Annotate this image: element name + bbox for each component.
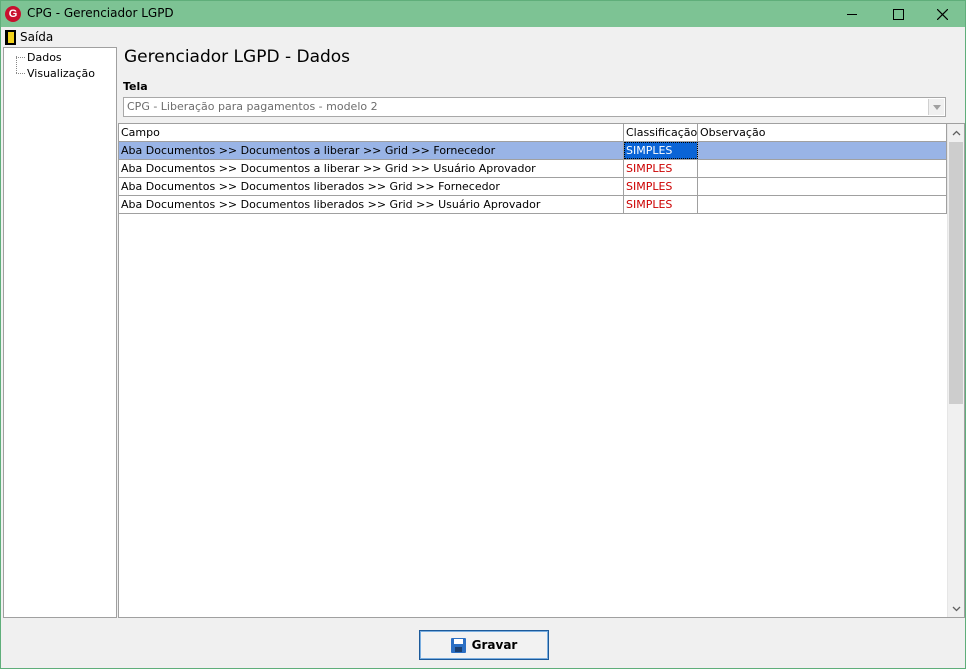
cell-campo[interactable]: Aba Documentos >> Documentos liberados >…: [119, 178, 624, 195]
tree-item-dados[interactable]: Dados: [16, 51, 62, 64]
minimize-icon: [847, 14, 857, 15]
scroll-up-button[interactable]: [948, 124, 964, 141]
save-button[interactable]: Gravar: [419, 630, 549, 660]
tree-branch: [16, 57, 25, 58]
table-row[interactable]: Aba Documentos >> Documentos a liberar >…: [119, 160, 947, 178]
table-row[interactable]: Aba Documentos >> Documentos liberados >…: [119, 178, 947, 196]
chevron-down-icon: [932, 104, 941, 110]
cell-classificacao[interactable]: SIMPLES: [624, 160, 698, 177]
menu-item-saida[interactable]: Saída: [5, 29, 53, 45]
column-header-observacao[interactable]: Observação: [698, 124, 947, 142]
save-button-label: Gravar: [471, 638, 518, 652]
cell-observacao[interactable]: [698, 142, 947, 159]
minimize-button[interactable]: [829, 1, 875, 27]
cell-observacao[interactable]: [698, 178, 947, 195]
tree-item-label: Dados: [27, 51, 62, 64]
tela-select[interactable]: CPG - Liberação para pagamentos - modelo…: [123, 97, 946, 117]
cell-campo[interactable]: Aba Documentos >> Documentos a liberar >…: [119, 142, 624, 159]
dropdown-arrow-button[interactable]: [928, 99, 944, 115]
chevron-down-icon: [952, 606, 960, 611]
cell-observacao[interactable]: [698, 196, 947, 213]
vertical-scrollbar[interactable]: [947, 124, 964, 617]
chevron-up-icon: [952, 130, 960, 135]
tree-item-label: Visualização: [27, 67, 95, 80]
cell-classificacao[interactable]: SIMPLES: [624, 178, 698, 195]
fields-grid[interactable]: Campo Classificação Observação Aba Docum…: [118, 123, 965, 618]
window-title: CPG - Gerenciador LGPD: [27, 6, 174, 20]
tela-select-value: CPG - Liberação para pagamentos - modelo…: [127, 100, 378, 113]
menu-item-label: Saída: [20, 30, 54, 44]
tela-label: Tela: [123, 80, 148, 93]
navigation-tree: Dados Visualização: [3, 47, 117, 618]
cell-campo[interactable]: Aba Documentos >> Documentos liberados >…: [119, 196, 624, 213]
floppy-disk-icon: [450, 637, 466, 653]
cell-classificacao[interactable]: SIMPLES: [624, 196, 698, 213]
page-title: Gerenciador LGPD - Dados: [124, 47, 351, 67]
title-bar[interactable]: G CPG - Gerenciador LGPD: [1, 1, 965, 27]
grid-header: Campo Classificação Observação: [119, 124, 947, 142]
menu-bar: Saída: [1, 27, 965, 47]
cell-campo[interactable]: Aba Documentos >> Documentos a liberar >…: [119, 160, 624, 177]
exit-door-icon: [5, 29, 16, 45]
scroll-down-button[interactable]: [948, 600, 964, 617]
scrollbar-thumb[interactable]: [949, 142, 963, 404]
app-window: G CPG - Gerenciador LGPD Saída Dados Vis…: [0, 0, 966, 669]
maximize-button[interactable]: [875, 1, 921, 27]
column-header-campo[interactable]: Campo: [119, 124, 624, 142]
table-row[interactable]: Aba Documentos >> Documentos a liberar >…: [119, 142, 947, 160]
app-logo-icon: G: [5, 6, 21, 22]
table-row[interactable]: Aba Documentos >> Documentos liberados >…: [119, 196, 947, 214]
tree-branch: [16, 73, 25, 74]
tree-item-visualizacao[interactable]: Visualização: [16, 67, 95, 80]
cell-observacao[interactable]: [698, 160, 947, 177]
maximize-icon: [892, 8, 904, 20]
cell-classificacao[interactable]: SIMPLES: [624, 142, 698, 159]
close-icon: [936, 8, 948, 20]
column-header-classificacao[interactable]: Classificação: [624, 124, 698, 142]
close-button[interactable]: [919, 1, 965, 27]
